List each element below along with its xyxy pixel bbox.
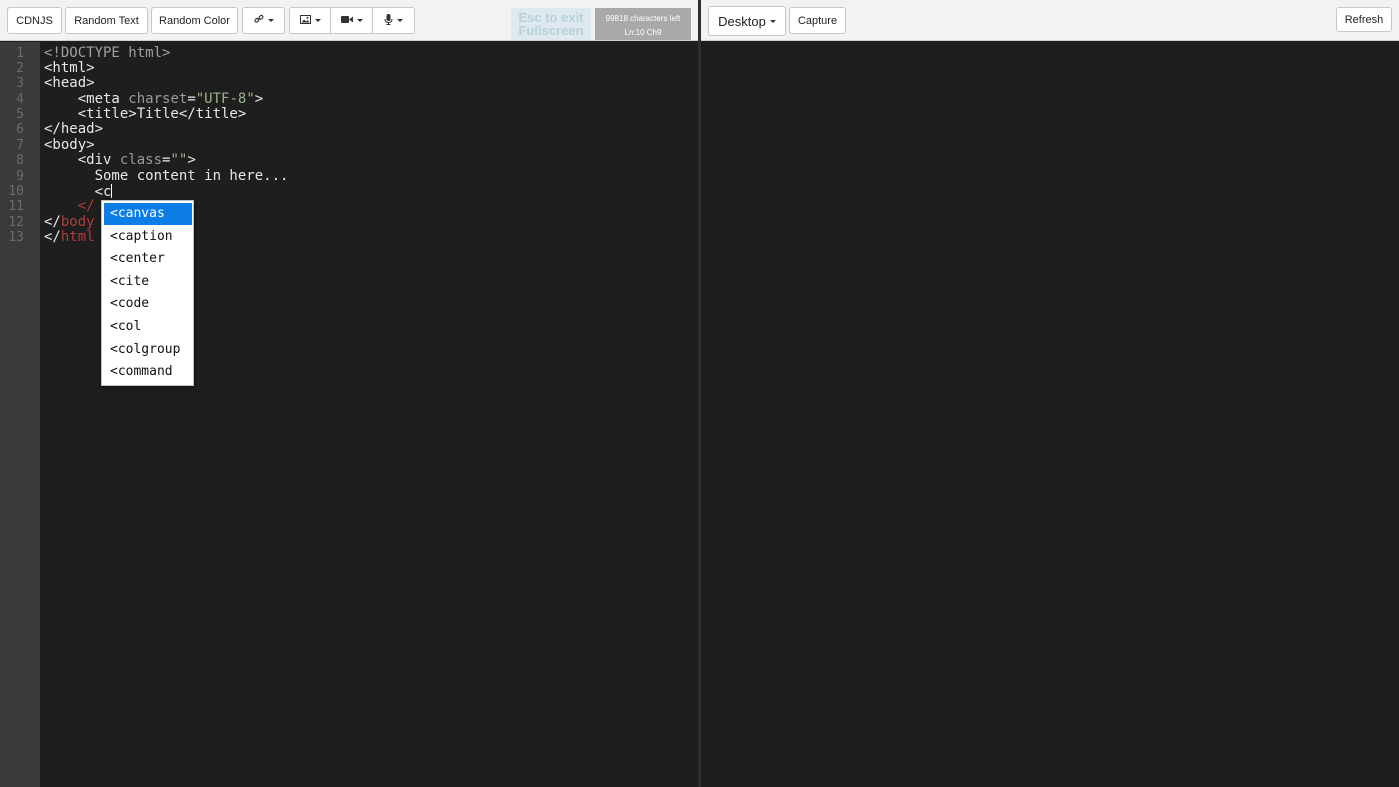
random-text-button-label: Random Text xyxy=(74,14,139,27)
line-number: 10 xyxy=(8,184,24,199)
line-number: 2 xyxy=(16,61,24,76)
code-line-12: </body xyxy=(44,215,95,230)
editor-toolbar: CDNJS Random Text Random Color Esc to ex… xyxy=(0,0,698,41)
code-token: = xyxy=(187,91,196,107)
cdnjs-button[interactable]: CDNJS xyxy=(7,7,62,34)
text-cursor xyxy=(111,184,113,198)
line-number: 9 xyxy=(16,169,24,184)
chevron-down-icon xyxy=(769,19,776,23)
code-line-1: <!DOCTYPE html> xyxy=(44,45,171,61)
autocomplete-option[interactable]: <canvas xyxy=(104,203,192,225)
autocomplete-option[interactable]: <col xyxy=(104,316,192,338)
random-color-button[interactable]: Random Color xyxy=(151,7,238,34)
code-token: </ xyxy=(44,229,61,245)
line-number: 1 xyxy=(16,46,24,61)
line-number: 4 xyxy=(16,92,24,107)
cursor-position: Ln:10 Ch9 xyxy=(624,28,662,37)
line-number: 11 xyxy=(8,199,24,214)
code-line-13: </html xyxy=(44,230,95,245)
code-line-8: <div class=""> xyxy=(44,153,196,168)
line-number: 7 xyxy=(16,138,24,153)
code-line-6: </head> xyxy=(44,121,104,137)
autocomplete-option[interactable]: <colgroup xyxy=(104,339,192,361)
code-token: html xyxy=(60,229,95,245)
link-icon xyxy=(253,14,264,27)
refresh-button[interactable]: Refresh xyxy=(1336,7,1392,32)
line-number: 6 xyxy=(16,122,24,137)
characters-left: 99818 characters left xyxy=(605,14,681,23)
device-dropdown-button[interactable]: Desktop xyxy=(708,6,786,36)
chevron-down-icon xyxy=(267,19,274,22)
code-token: "" xyxy=(170,152,188,168)
chevron-down-icon xyxy=(356,19,363,22)
editor-status: 99818 characters left Ln:10 Ch9 xyxy=(595,8,691,40)
line-number: 3 xyxy=(16,76,24,91)
code-line-11: </ xyxy=(44,198,95,214)
capture-button[interactable]: Capture xyxy=(789,7,846,34)
video-icon xyxy=(340,15,353,27)
line-number: 13 xyxy=(8,230,24,245)
autocomplete-option[interactable]: <command xyxy=(104,361,192,383)
image-dropdown-button[interactable] xyxy=(289,7,331,34)
code-token: > xyxy=(187,152,196,168)
exit-fullscreen-hint[interactable]: Esc to exit Fullscreen xyxy=(511,8,591,40)
cdnjs-button-label: CDNJS xyxy=(16,14,53,27)
capture-button-label: Capture xyxy=(797,14,838,27)
code-token: class xyxy=(119,152,163,168)
image-icon xyxy=(299,14,311,27)
line-number-gutter: 1 2 3 4 5 6 7 8 9 10 11 12 13 xyxy=(0,42,41,787)
esc-hint-line-2: Fullscreen xyxy=(518,23,584,38)
code-line-4: <meta charset="UTF-8"> xyxy=(44,91,264,107)
preview-pane xyxy=(701,42,1399,787)
device-dropdown-label: Desktop xyxy=(718,13,766,29)
code-line-7: <body> xyxy=(44,137,95,153)
code-token: > xyxy=(254,91,264,107)
code-token: "UTF-8" xyxy=(195,91,255,107)
autocomplete-popup: <canvas <caption <center <cite <code <co… xyxy=(101,200,194,386)
random-color-button-label: Random Color xyxy=(159,14,230,27)
preview-toolbar: Desktop Capture Refresh xyxy=(701,0,1399,41)
video-dropdown-button[interactable] xyxy=(331,7,373,34)
code-editor[interactable]: <!DOCTYPE html> <html> <head> <meta char… xyxy=(40,42,698,787)
autocomplete-option[interactable]: <cite xyxy=(104,271,192,293)
chevron-down-icon xyxy=(397,19,403,22)
code-token: body xyxy=(60,214,95,230)
code-token: charset xyxy=(128,91,188,107)
line-number: 12 xyxy=(8,215,24,230)
code-token: </ xyxy=(44,214,61,230)
random-text-button[interactable]: Random Text xyxy=(65,7,148,34)
line-number: 5 xyxy=(16,107,24,122)
code-line-2: <html> xyxy=(44,60,95,76)
autocomplete-option[interactable]: <code xyxy=(104,293,192,315)
code-line-5: <title>Title</title> xyxy=(44,106,247,122)
code-line-3: <head> xyxy=(44,75,95,91)
link-dropdown-button[interactable] xyxy=(242,7,285,34)
code-line-9: Some content in here... xyxy=(44,168,289,184)
line-number: 8 xyxy=(16,153,24,168)
autocomplete-option[interactable]: <caption xyxy=(104,226,192,248)
autocomplete-option[interactable]: <center xyxy=(104,248,192,270)
code-token: <div xyxy=(44,152,120,168)
audio-dropdown-button[interactable] xyxy=(373,7,415,34)
chevron-down-icon xyxy=(314,19,321,22)
code-token: <meta xyxy=(44,91,129,107)
microphone-icon xyxy=(384,13,393,28)
refresh-button-label: Refresh xyxy=(1344,13,1384,26)
